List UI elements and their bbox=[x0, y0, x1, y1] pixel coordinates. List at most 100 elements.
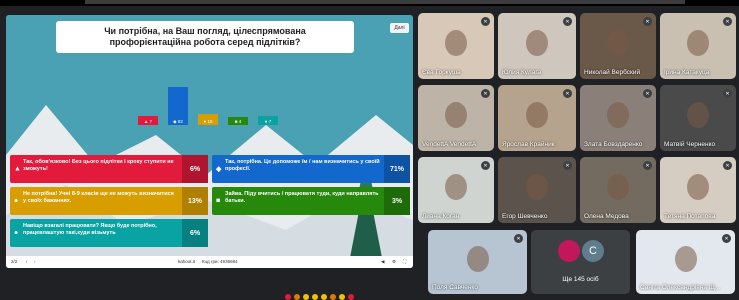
participant-tile[interactable]: ✕ Єва Горкуша bbox=[418, 13, 494, 79]
mic-muted-icon: ✕ bbox=[481, 161, 490, 170]
page-counter: 2/2 bbox=[11, 259, 18, 264]
mic-muted-icon: ✕ bbox=[481, 89, 490, 98]
next-button[interactable]: Далі bbox=[390, 23, 409, 33]
answer-text: Так, потрібна. Це допоможе їм / нам визн… bbox=[225, 159, 380, 172]
answer-bar-3-label: ● 15 bbox=[203, 119, 213, 124]
participant-tile[interactable]: ✕ Ірина Катакуца bbox=[660, 13, 736, 79]
mic-muted-icon: ✕ bbox=[643, 17, 652, 26]
reaction-icon[interactable] bbox=[285, 294, 291, 300]
participant-tile[interactable]: ✕ Ярослав Крайник bbox=[498, 85, 576, 151]
participant-tile[interactable]: ✕ Саніта Олександрівна Щ... bbox=[636, 230, 735, 294]
participant-video bbox=[674, 246, 697, 272]
answer-percent: 6% bbox=[182, 219, 208, 247]
reaction-icon[interactable] bbox=[321, 294, 327, 300]
reaction-icon[interactable] bbox=[339, 294, 345, 300]
reactions-strip bbox=[285, 294, 405, 300]
top-bar bbox=[0, 0, 739, 6]
answer-bar-5-label: ● 7 bbox=[264, 119, 272, 124]
participant-name: Лиана Коган bbox=[422, 213, 460, 220]
participant-video bbox=[607, 30, 629, 56]
more-participants-label: Ще 145 осіб bbox=[562, 276, 599, 283]
participant-video bbox=[607, 174, 629, 200]
participant-video bbox=[526, 102, 548, 128]
participant-name: Поля Савченко bbox=[432, 284, 478, 291]
reaction-icon[interactable] bbox=[348, 294, 354, 300]
participant-tile[interactable]: ✕ Матвій Черненко bbox=[660, 85, 736, 151]
answer-percent: 71% bbox=[384, 155, 410, 183]
participant-tile[interactable]: ✕ Лиана Коган bbox=[418, 157, 494, 223]
participant-name: Тетяна Потапова bbox=[664, 213, 716, 220]
answer-percent: 3% bbox=[384, 187, 410, 215]
square-icon: ■ bbox=[216, 197, 221, 205]
answer-bar-1-label: ▲ 7 bbox=[143, 119, 153, 124]
avatar: С bbox=[582, 240, 604, 262]
avatar bbox=[558, 240, 580, 262]
reaction-icon[interactable] bbox=[330, 294, 336, 300]
participant-name: Єва Горкуша bbox=[422, 69, 461, 76]
settings-icon[interactable]: ⚙ bbox=[392, 259, 396, 265]
participant-video bbox=[607, 102, 629, 128]
top-strip bbox=[85, 0, 685, 4]
mic-muted-icon: ✕ bbox=[563, 161, 572, 170]
participant-video bbox=[445, 174, 467, 200]
volume-icon[interactable]: ◀ bbox=[381, 259, 384, 265]
reaction-icon[interactable] bbox=[312, 294, 318, 300]
mic-muted-icon: ✕ bbox=[563, 89, 572, 98]
answer-option-5: ● Навіщо взагалі працювати? Якщо буде по… bbox=[10, 219, 208, 247]
fullscreen-icon[interactable]: ⛶ bbox=[403, 259, 406, 264]
participant-tile[interactable]: ✕ Юлия Кулага bbox=[498, 13, 576, 79]
reaction-icon[interactable] bbox=[303, 294, 309, 300]
answer-text: Так, обов'язково! Без цього підлітки і к… bbox=[23, 159, 174, 172]
answer-text: Навіщо взагалі працювати? Якщо буде потр… bbox=[23, 223, 157, 236]
answer-bar-chart: ▲ 7 ◆ 82 ● 15 ■ 4 ● 7 bbox=[138, 85, 288, 125]
participant-video bbox=[445, 30, 467, 56]
mic-muted-icon: ✕ bbox=[643, 89, 652, 98]
answer-option-4: ■ Зайва. Піду вчитись / працювати туди, … bbox=[212, 187, 410, 215]
question-title: Чи потрібна, на Ваш погляд, цілеспрямова… bbox=[56, 21, 354, 53]
participant-name: Юлия Кулага bbox=[502, 69, 542, 76]
participant-tile[interactable]: ✕ Злата Бовздаренко bbox=[580, 85, 656, 151]
mic-muted-icon: ✕ bbox=[723, 17, 732, 26]
mic-muted-icon: ✕ bbox=[481, 17, 490, 26]
participant-name: Матвій Черненко bbox=[664, 141, 716, 148]
participant-video bbox=[526, 174, 548, 200]
participant-name: Ірина Катакуца bbox=[664, 69, 710, 76]
answer-option-2: ◆ Так, потрібна. Це допоможе їм / нам ви… bbox=[212, 155, 410, 183]
participant-name: Егор Шевченко bbox=[502, 213, 548, 220]
answer-text: Зайва. Піду вчитись / працювати туди, ку… bbox=[225, 191, 379, 204]
participant-name: Ярослав Крайник bbox=[502, 141, 555, 148]
more-participants-tile[interactable]: С Ще 145 осіб bbox=[531, 230, 630, 294]
mic-muted-icon: ✕ bbox=[722, 234, 731, 243]
participant-tile[interactable]: ✕ Поля Савченко bbox=[428, 230, 527, 294]
triangle-icon: ▲ bbox=[14, 165, 21, 173]
participant-name: Николай Вербский bbox=[584, 69, 641, 76]
participant-name: Олена Медова bbox=[584, 213, 629, 220]
game-pin: Код гри: 4936684 bbox=[202, 259, 238, 264]
diamond-icon: ◆ bbox=[216, 166, 222, 173]
answer-option-3: ● Не потрібна! Учні 8-9 класів ще не мож… bbox=[10, 187, 208, 215]
reaction-icon[interactable] bbox=[294, 294, 300, 300]
kahoot-presentation: Чи потрібна, на Ваш погляд, цілеспрямова… bbox=[6, 15, 413, 268]
circle-icon: ● bbox=[14, 229, 19, 237]
answer-percent: 6% bbox=[182, 155, 208, 183]
participant-video bbox=[445, 102, 467, 128]
answer-bar-2-label: ◆ 82 bbox=[173, 118, 183, 125]
mic-muted-icon: ✕ bbox=[563, 17, 572, 26]
participant-tile[interactable]: ✕ VendettA VendettA bbox=[418, 85, 494, 151]
participant-tile[interactable]: ✕ Егор Шевченко bbox=[498, 157, 576, 223]
mic-muted-icon: ✕ bbox=[514, 234, 523, 243]
answer-percent: 13% bbox=[182, 187, 208, 215]
participant-video bbox=[526, 30, 548, 56]
kahoot-footer: 2/2 ‹ › kahoot.it Код гри: 4936684 ◀ ⚙ ⛶ bbox=[6, 256, 413, 268]
participant-video bbox=[687, 30, 709, 56]
participant-tile[interactable]: ✕ Тетяна Потапова bbox=[660, 157, 736, 223]
next-arrow-icon[interactable]: › bbox=[34, 259, 36, 264]
mic-muted-icon: ✕ bbox=[643, 161, 652, 170]
kahoot-site: kahoot.it bbox=[178, 259, 196, 264]
prev-arrow-icon[interactable]: ‹ bbox=[26, 259, 28, 264]
participant-tile[interactable]: ✕ Олена Медова bbox=[580, 157, 656, 223]
participant-name: VendettA VendettA bbox=[422, 141, 477, 148]
participant-tile[interactable]: ✕ Николай Вербский bbox=[580, 13, 656, 79]
answer-bar-4-label: ■ 4 bbox=[234, 119, 242, 124]
mic-muted-icon: ✕ bbox=[723, 89, 732, 98]
